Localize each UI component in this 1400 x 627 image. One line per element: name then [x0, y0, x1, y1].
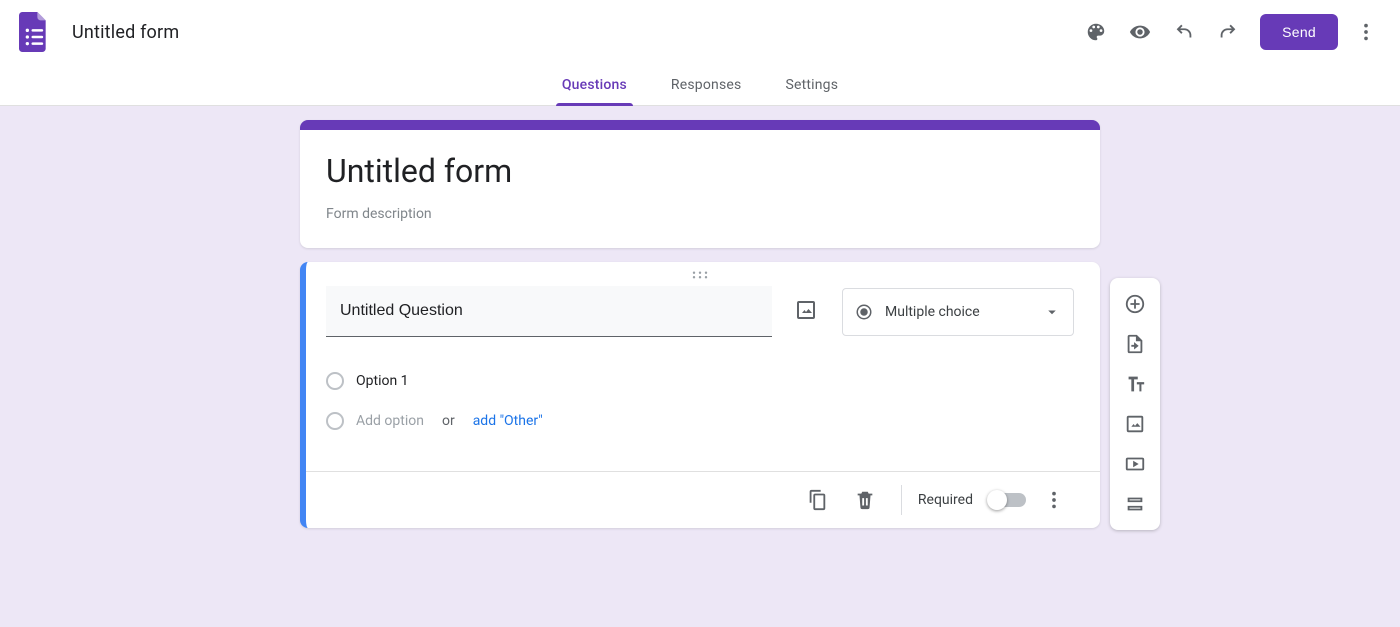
tab-questions[interactable]: Questions: [562, 64, 627, 105]
preview-button[interactable]: [1118, 10, 1162, 54]
add-other-button[interactable]: add "Other": [473, 413, 543, 429]
more-vert-icon: [1355, 21, 1377, 43]
divider: [901, 485, 902, 515]
floating-toolbar: [1110, 278, 1160, 530]
option-label[interactable]: Option 1: [356, 373, 409, 389]
drag-handle-icon[interactable]: [326, 262, 1074, 286]
question-card[interactable]: Multiple choice Option 1 Add option or a…: [300, 262, 1100, 528]
customize-theme-button[interactable]: [1074, 10, 1118, 54]
import-questions-button[interactable]: [1115, 324, 1155, 364]
add-question-button[interactable]: [1115, 284, 1155, 324]
duplicate-button[interactable]: [797, 480, 837, 520]
redo-button[interactable]: [1206, 10, 1250, 54]
palette-icon: [1085, 21, 1107, 43]
question-more-button[interactable]: [1034, 480, 1074, 520]
add-video-button[interactable]: [1115, 444, 1155, 484]
form-description-input[interactable]: Form description: [326, 206, 1074, 222]
add-option-button[interactable]: Add option: [356, 413, 424, 429]
radio-icon: [855, 303, 873, 321]
image-icon: [794, 298, 818, 322]
forms-logo: [14, 12, 54, 52]
plus-circle-icon: [1124, 293, 1146, 315]
question-type-label: Multiple choice: [885, 304, 1031, 320]
video-icon: [1124, 453, 1146, 475]
more-vert-icon: [1043, 489, 1065, 511]
eye-icon: [1129, 21, 1151, 43]
more-button[interactable]: [1344, 10, 1388, 54]
or-text: or: [442, 413, 455, 429]
file-import-icon: [1124, 333, 1146, 355]
radio-icon: [326, 412, 344, 430]
section-icon: [1124, 493, 1146, 515]
undo-button[interactable]: [1162, 10, 1206, 54]
option-row[interactable]: Option 1: [326, 361, 1074, 401]
question-type-select[interactable]: Multiple choice: [842, 288, 1074, 336]
chevron-down-icon: [1043, 303, 1061, 321]
undo-icon: [1173, 21, 1195, 43]
add-option-row: Add option or add "Other": [326, 401, 1074, 441]
trash-icon: [854, 489, 876, 511]
form-title-input[interactable]: Untitled form: [326, 152, 1074, 190]
delete-button[interactable]: [845, 480, 885, 520]
tab-settings[interactable]: Settings: [785, 64, 838, 105]
tab-bar: Questions Responses Settings: [0, 64, 1400, 106]
add-image-button[interactable]: [1115, 404, 1155, 444]
add-title-button[interactable]: [1115, 364, 1155, 404]
question-title-input[interactable]: [326, 286, 772, 337]
image-icon: [1124, 413, 1146, 435]
required-toggle[interactable]: [989, 493, 1026, 507]
form-canvas: Untitled form Form description Multiple …: [0, 106, 1400, 627]
send-button[interactable]: Send: [1260, 14, 1338, 50]
copy-icon: [806, 489, 828, 511]
form-header-card[interactable]: Untitled form Form description: [300, 120, 1100, 248]
add-section-button[interactable]: [1115, 484, 1155, 524]
radio-icon: [326, 372, 344, 390]
tab-responses[interactable]: Responses: [671, 64, 742, 105]
required-label: Required: [918, 492, 973, 508]
app-bar: Untitled form Send: [0, 0, 1400, 64]
add-image-to-question-button[interactable]: [794, 298, 820, 326]
document-title[interactable]: Untitled form: [72, 22, 179, 43]
text-icon: [1124, 373, 1146, 395]
redo-icon: [1217, 21, 1239, 43]
